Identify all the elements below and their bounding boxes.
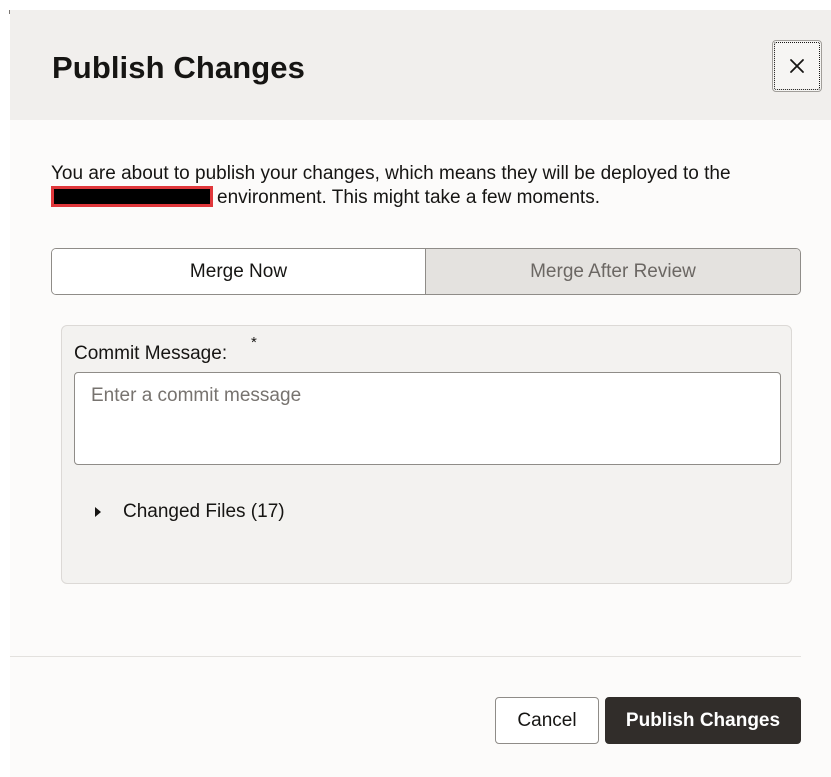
intro-text-prefix: You are about to publish your changes, w… [51,163,731,184]
required-indicator: * [251,334,257,351]
commit-message-label: Commit Message: [74,343,228,364]
publish-changes-button[interactable]: Publish Changes [605,697,801,744]
commit-panel: Commit Message: * Changed Files (17) [61,325,792,584]
dialog-header: Publish Changes [10,10,831,120]
intro-text-suffix: environment. This might take a few momen… [217,187,600,208]
redacted-environment-name [51,186,213,207]
commit-message-input[interactable] [74,372,781,465]
caret-right-icon [95,507,101,517]
publish-changes-dialog: Publish Changes You are about to publish… [10,10,831,777]
merge-now-option[interactable]: Merge Now [52,249,426,294]
changed-files-label: Changed Files (17) [123,501,285,522]
merge-mode-toggle: Merge Now Merge After Review [51,248,801,295]
cancel-button[interactable]: Cancel [495,697,599,744]
merge-after-review-option[interactable]: Merge After Review [426,249,800,294]
footer-divider [10,656,801,657]
close-icon [790,59,804,73]
changed-files-toggle[interactable]: Changed Files (17) [95,501,285,523]
intro-text: You are about to publish your changes, w… [51,162,801,210]
close-button[interactable] [772,40,822,92]
dialog-title: Publish Changes [52,50,305,85]
